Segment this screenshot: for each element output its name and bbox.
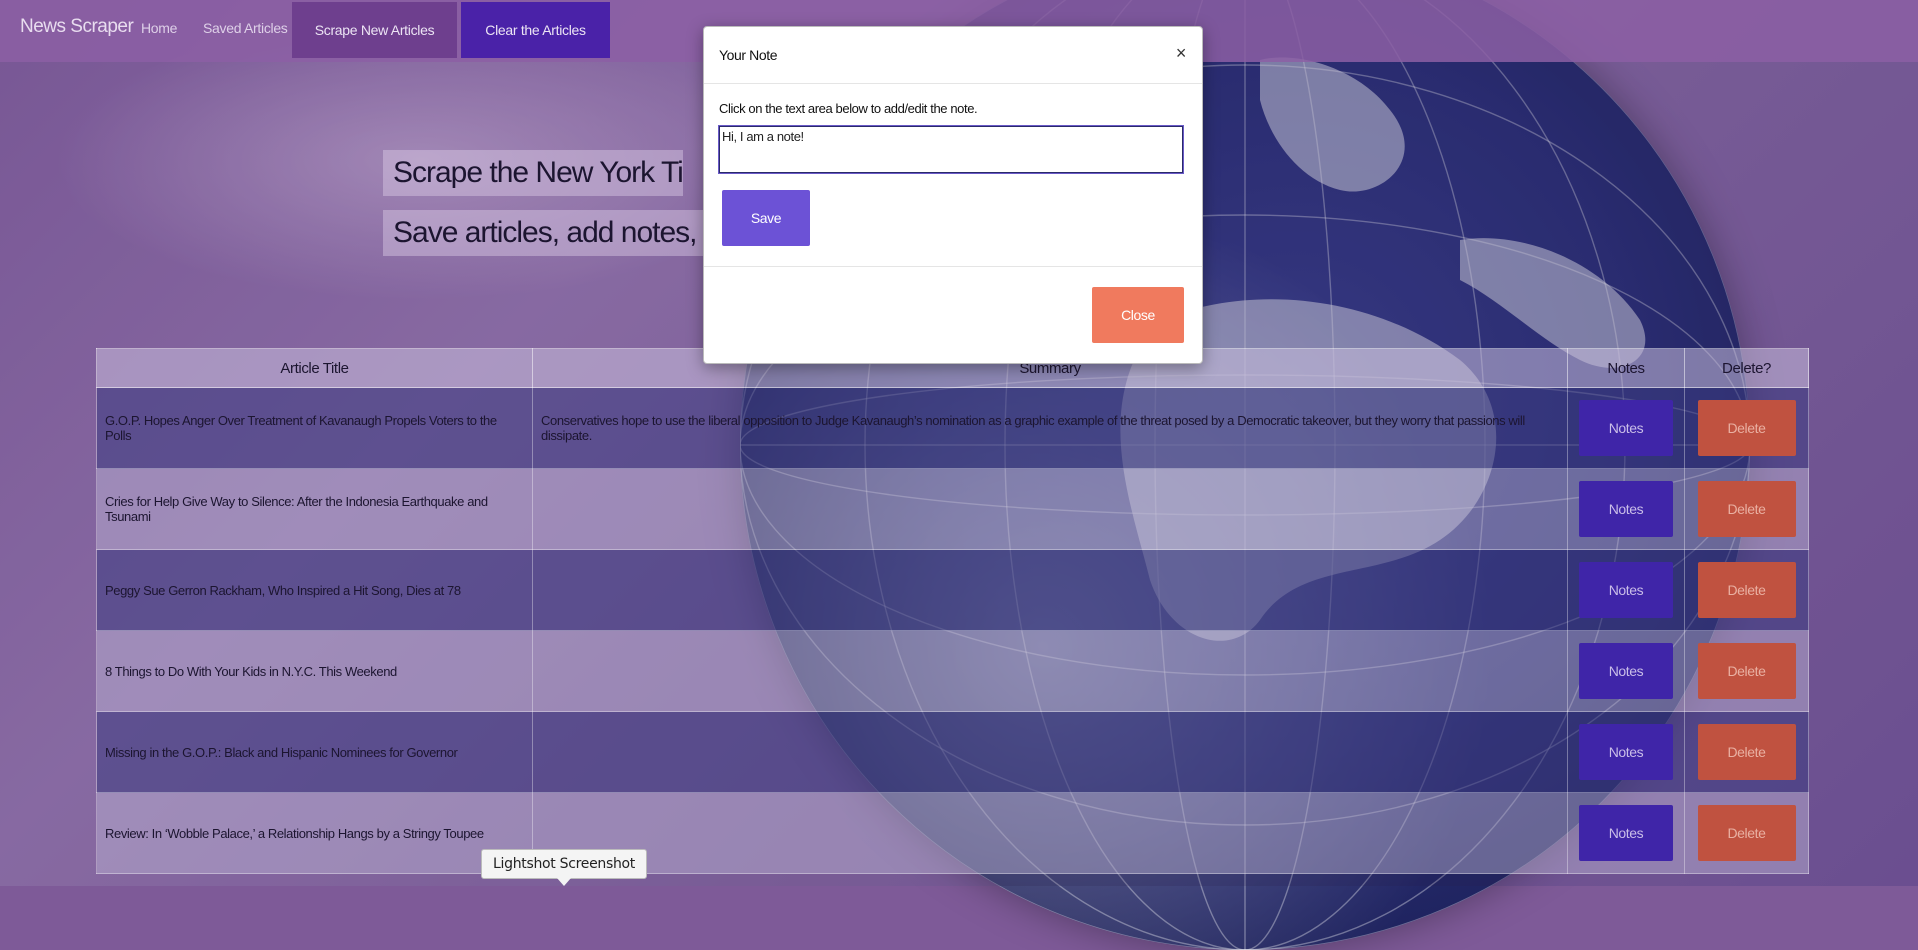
notes-button[interactable]: Notes (1579, 481, 1673, 537)
delete-button[interactable]: Delete (1697, 562, 1796, 618)
note-textarea[interactable]: Hi, I am a note! (718, 125, 1184, 174)
delete-button[interactable]: Delete (1697, 724, 1796, 780)
jumbotron-heading: Scrape the New York Times! (383, 150, 683, 196)
notes-button[interactable]: Notes (1579, 724, 1673, 780)
article-title: G.O.P. Hopes Anger Over Treatment of Kav… (96, 387, 533, 469)
notes-button[interactable]: Notes (1579, 400, 1673, 456)
delete-button[interactable]: Delete (1697, 400, 1796, 456)
delete-button[interactable]: Delete (1697, 481, 1796, 537)
header-delete: Delete? (1684, 348, 1809, 388)
header-notes: Notes (1567, 348, 1685, 388)
table-row: Cries for Help Give Way to Silence: Afte… (96, 468, 1809, 550)
modal-title: Your Note (719, 47, 778, 63)
header-article-title: Article Title (96, 348, 533, 388)
articles-table: Article Title Summary Notes Delete? G.O.… (96, 348, 1809, 874)
save-note-button[interactable]: Save (722, 190, 810, 246)
article-title: 8 Things to Do With Your Kids in N.Y.C. … (96, 630, 533, 712)
notes-button[interactable]: Notes (1579, 805, 1673, 861)
lightshot-tooltip: Lightshot Screenshot (481, 849, 647, 886)
modal-header: Your Note × (704, 27, 1202, 84)
clear-articles-button[interactable]: Clear the Articles (461, 2, 610, 58)
table-row: Peggy Sue Gerron Rackham, Who Inspired a… (96, 549, 1809, 631)
table-row: Missing in the G.O.P.: Black and Hispani… (96, 711, 1809, 793)
article-summary: Conservatives hope to use the liberal op… (532, 387, 1568, 469)
table-row: 8 Things to Do With Your Kids in N.Y.C. … (96, 630, 1809, 712)
notes-button[interactable]: Notes (1579, 562, 1673, 618)
article-summary (532, 711, 1568, 793)
article-summary (532, 549, 1568, 631)
delete-button[interactable]: Delete (1697, 643, 1796, 699)
article-title: Peggy Sue Gerron Rackham, Who Inspired a… (96, 549, 533, 631)
brand-logo[interactable]: News Scraper (20, 16, 134, 38)
table-row: G.O.P. Hopes Anger Over Treatment of Kav… (96, 387, 1809, 469)
notes-button[interactable]: Notes (1579, 643, 1673, 699)
article-summary (532, 468, 1568, 550)
delete-button[interactable]: Delete (1697, 805, 1796, 861)
jumbotron-subheading: Save articles, add notes, and bui (383, 210, 705, 256)
scrape-new-articles-button[interactable]: Scrape New Articles (292, 2, 457, 58)
article-title: Missing in the G.O.P.: Black and Hispani… (96, 711, 533, 793)
note-instructions: Click on the text area below to add/edit… (719, 101, 978, 116)
modal-footer (704, 266, 1202, 267)
article-summary (532, 792, 1568, 874)
article-summary (532, 630, 1568, 712)
article-title: Review: In ‘Wobble Palace,’ a Relationsh… (96, 792, 533, 874)
article-title: Cries for Help Give Way to Silence: Afte… (96, 468, 533, 550)
close-modal-button[interactable]: Close (1092, 287, 1184, 343)
nav-home-link[interactable]: Home (141, 20, 177, 36)
note-modal: Your Note × Click on the text area below… (703, 26, 1203, 364)
close-icon[interactable]: × (1176, 44, 1187, 62)
table-row: Review: In ‘Wobble Palace,’ a Relationsh… (96, 792, 1809, 874)
nav-saved-articles-link[interactable]: Saved Articles (203, 20, 288, 36)
